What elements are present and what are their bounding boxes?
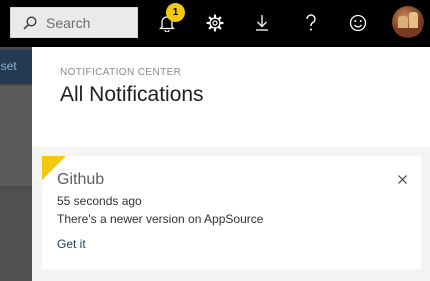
help-button[interactable] [297, 9, 325, 37]
download-button[interactable] [248, 9, 276, 37]
notification-time: 55 seconds ago [57, 194, 142, 208]
search-box[interactable]: Search [10, 7, 138, 38]
avatar[interactable] [392, 6, 424, 38]
settings-button[interactable] [201, 9, 229, 37]
gear-icon [206, 14, 224, 32]
dismiss-button[interactable] [393, 170, 411, 188]
notification-center-panel: NOTIFICATION CENTER All Notifications Gi… [32, 47, 430, 281]
question-icon [306, 14, 316, 31]
feedback-button[interactable] [344, 9, 372, 37]
smiley-icon [349, 14, 367, 32]
search-placeholder: Search [46, 14, 91, 31]
notification-card: Github 55 seconds ago There's a newer ve… [42, 156, 421, 269]
notification-title: Github [57, 171, 105, 188]
notification-count-badge: 1 [166, 3, 185, 22]
panel-header: NOTIFICATION CENTER All Notifications [32, 47, 430, 147]
get-it-link[interactable]: Get it [57, 237, 86, 251]
background-toolbar: eset [0, 50, 32, 84]
download-icon [256, 15, 268, 31]
background-area [0, 86, 32, 186]
background-area [0, 190, 32, 281]
notification-message: There's a newer version on AppSource [57, 212, 264, 226]
top-bar: Search 1 [0, 0, 430, 47]
search-icon [23, 16, 37, 30]
close-icon [397, 174, 407, 184]
panel-title: All Notifications [60, 83, 204, 106]
panel-eyebrow: NOTIFICATION CENTER [60, 67, 182, 78]
background-partial-label: eset [0, 59, 17, 73]
